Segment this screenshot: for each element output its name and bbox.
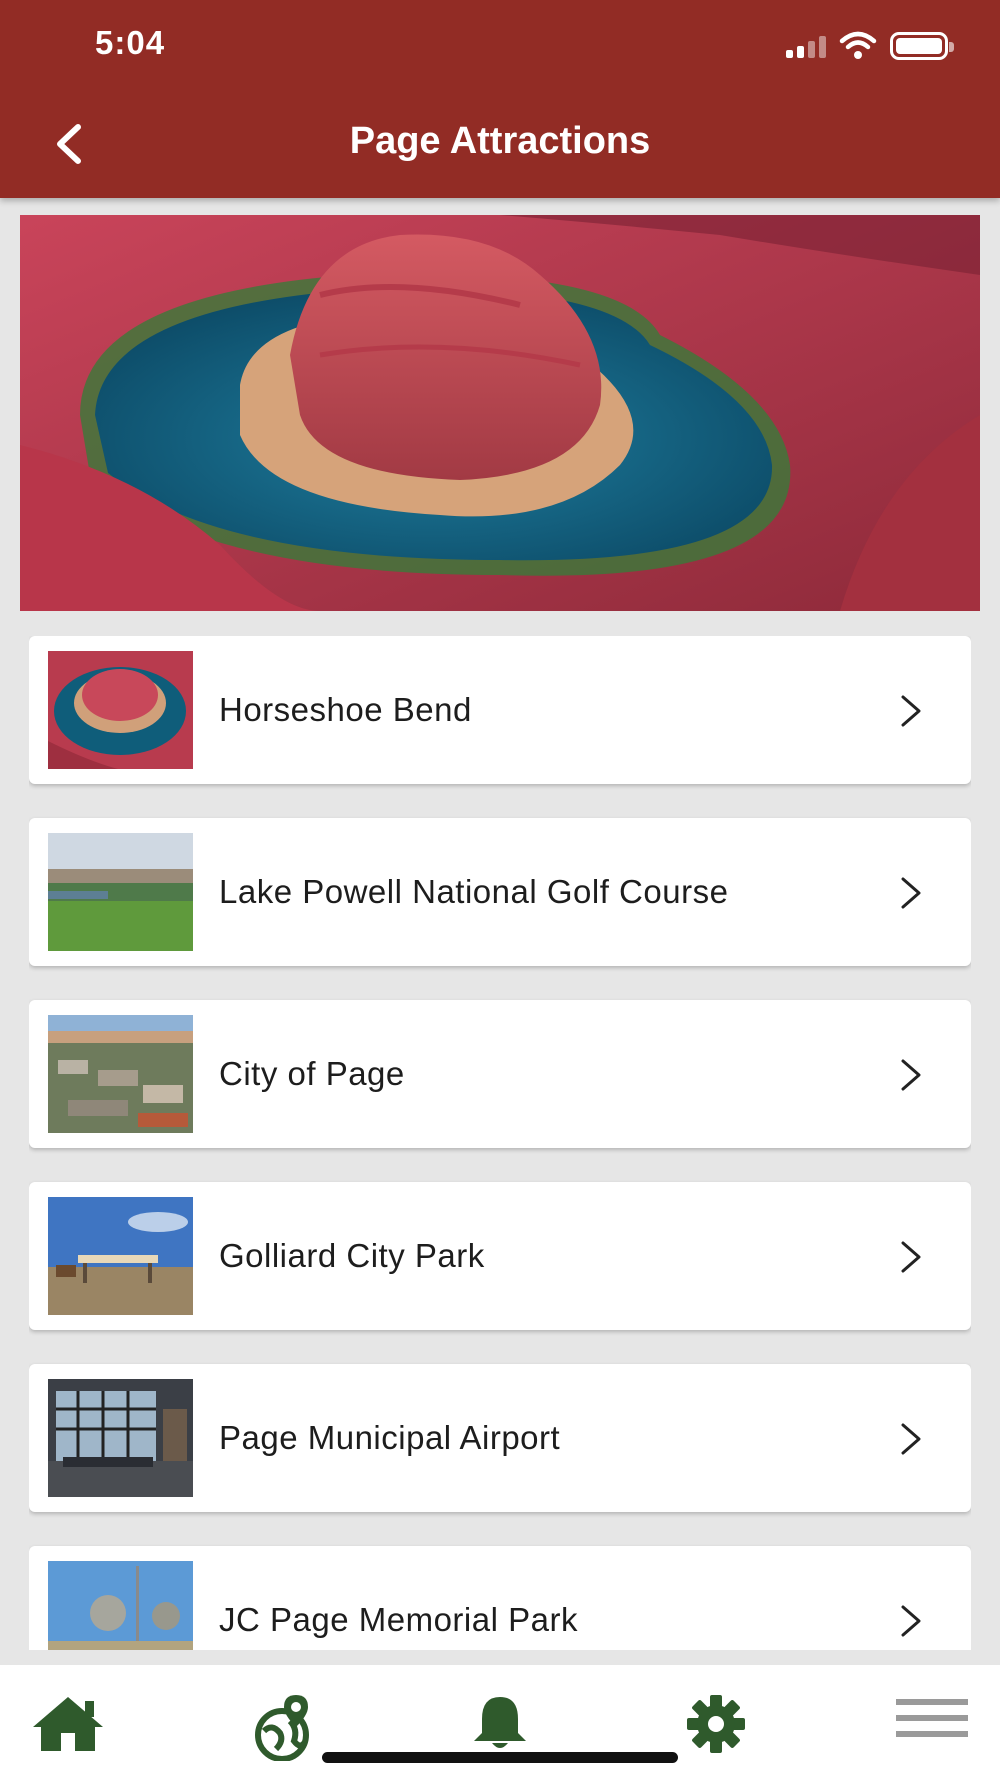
- tab-settings[interactable]: [676, 1693, 756, 1763]
- list-item-label: Page Municipal Airport: [219, 1419, 561, 1456]
- list-item-golliard-city-park[interactable]: Golliard City Park: [29, 1182, 971, 1330]
- list-item-page-municipal-airport[interactable]: Page Municipal Airport: [29, 1364, 971, 1512]
- chevron-right-icon: [901, 1241, 921, 1273]
- thumbnail-lake-powell-golf: [48, 833, 193, 951]
- attractions-list: Horseshoe Bend Lake Powell National Golf…: [29, 636, 971, 1650]
- status-icons: [786, 26, 954, 66]
- cellular-signal-icon: [786, 34, 826, 58]
- chevron-right-icon: [901, 1059, 921, 1091]
- home-indicator: [322, 1752, 678, 1763]
- gear-icon: [687, 1695, 745, 1753]
- list-item-label: Golliard City Park: [219, 1237, 485, 1274]
- thumbnail-golliard-city-park: [48, 1197, 193, 1315]
- list-item-label: City of Page: [219, 1055, 405, 1092]
- tab-explore[interactable]: [245, 1693, 325, 1763]
- tab-menu[interactable]: [892, 1693, 972, 1763]
- list-item-label: Horseshoe Bend: [219, 691, 472, 728]
- list-item-horseshoe-bend[interactable]: Horseshoe Bend: [29, 636, 971, 784]
- globe-pin-icon: [255, 1695, 309, 1761]
- chevron-right-icon: [901, 695, 921, 727]
- app-header: 5:04 Page Attractions: [0, 0, 1000, 198]
- thumbnail-page-municipal-airport: [48, 1379, 193, 1497]
- thumbnail-jc-page-memorial-park: [48, 1561, 193, 1650]
- battery-icon: [890, 32, 954, 60]
- list-item-lake-powell-golf[interactable]: Lake Powell National Golf Course: [29, 818, 971, 966]
- list-item-label: JC Page Memorial Park: [219, 1601, 578, 1638]
- list-item-jc-page-memorial-park[interactable]: JC Page Memorial Park: [29, 1546, 971, 1650]
- status-time: 5:04: [95, 24, 166, 61]
- chevron-right-icon: [901, 1423, 921, 1455]
- list-item-label: Lake Powell National Golf Course: [219, 873, 729, 910]
- list-item-city-of-page[interactable]: City of Page: [29, 1000, 971, 1148]
- tab-home[interactable]: [28, 1693, 108, 1763]
- chevron-right-icon: [901, 1605, 921, 1637]
- chevron-right-icon: [901, 877, 921, 909]
- page-title: Page Attractions: [349, 120, 651, 162]
- wifi-icon: [839, 31, 877, 59]
- thumbnail-city-of-page: [48, 1015, 193, 1133]
- hero-image: [20, 215, 980, 611]
- menu-icon: [896, 1699, 968, 1737]
- home-icon: [33, 1697, 103, 1751]
- thumbnail-horseshoe-bend: [48, 651, 193, 769]
- bell-icon: [474, 1697, 526, 1748]
